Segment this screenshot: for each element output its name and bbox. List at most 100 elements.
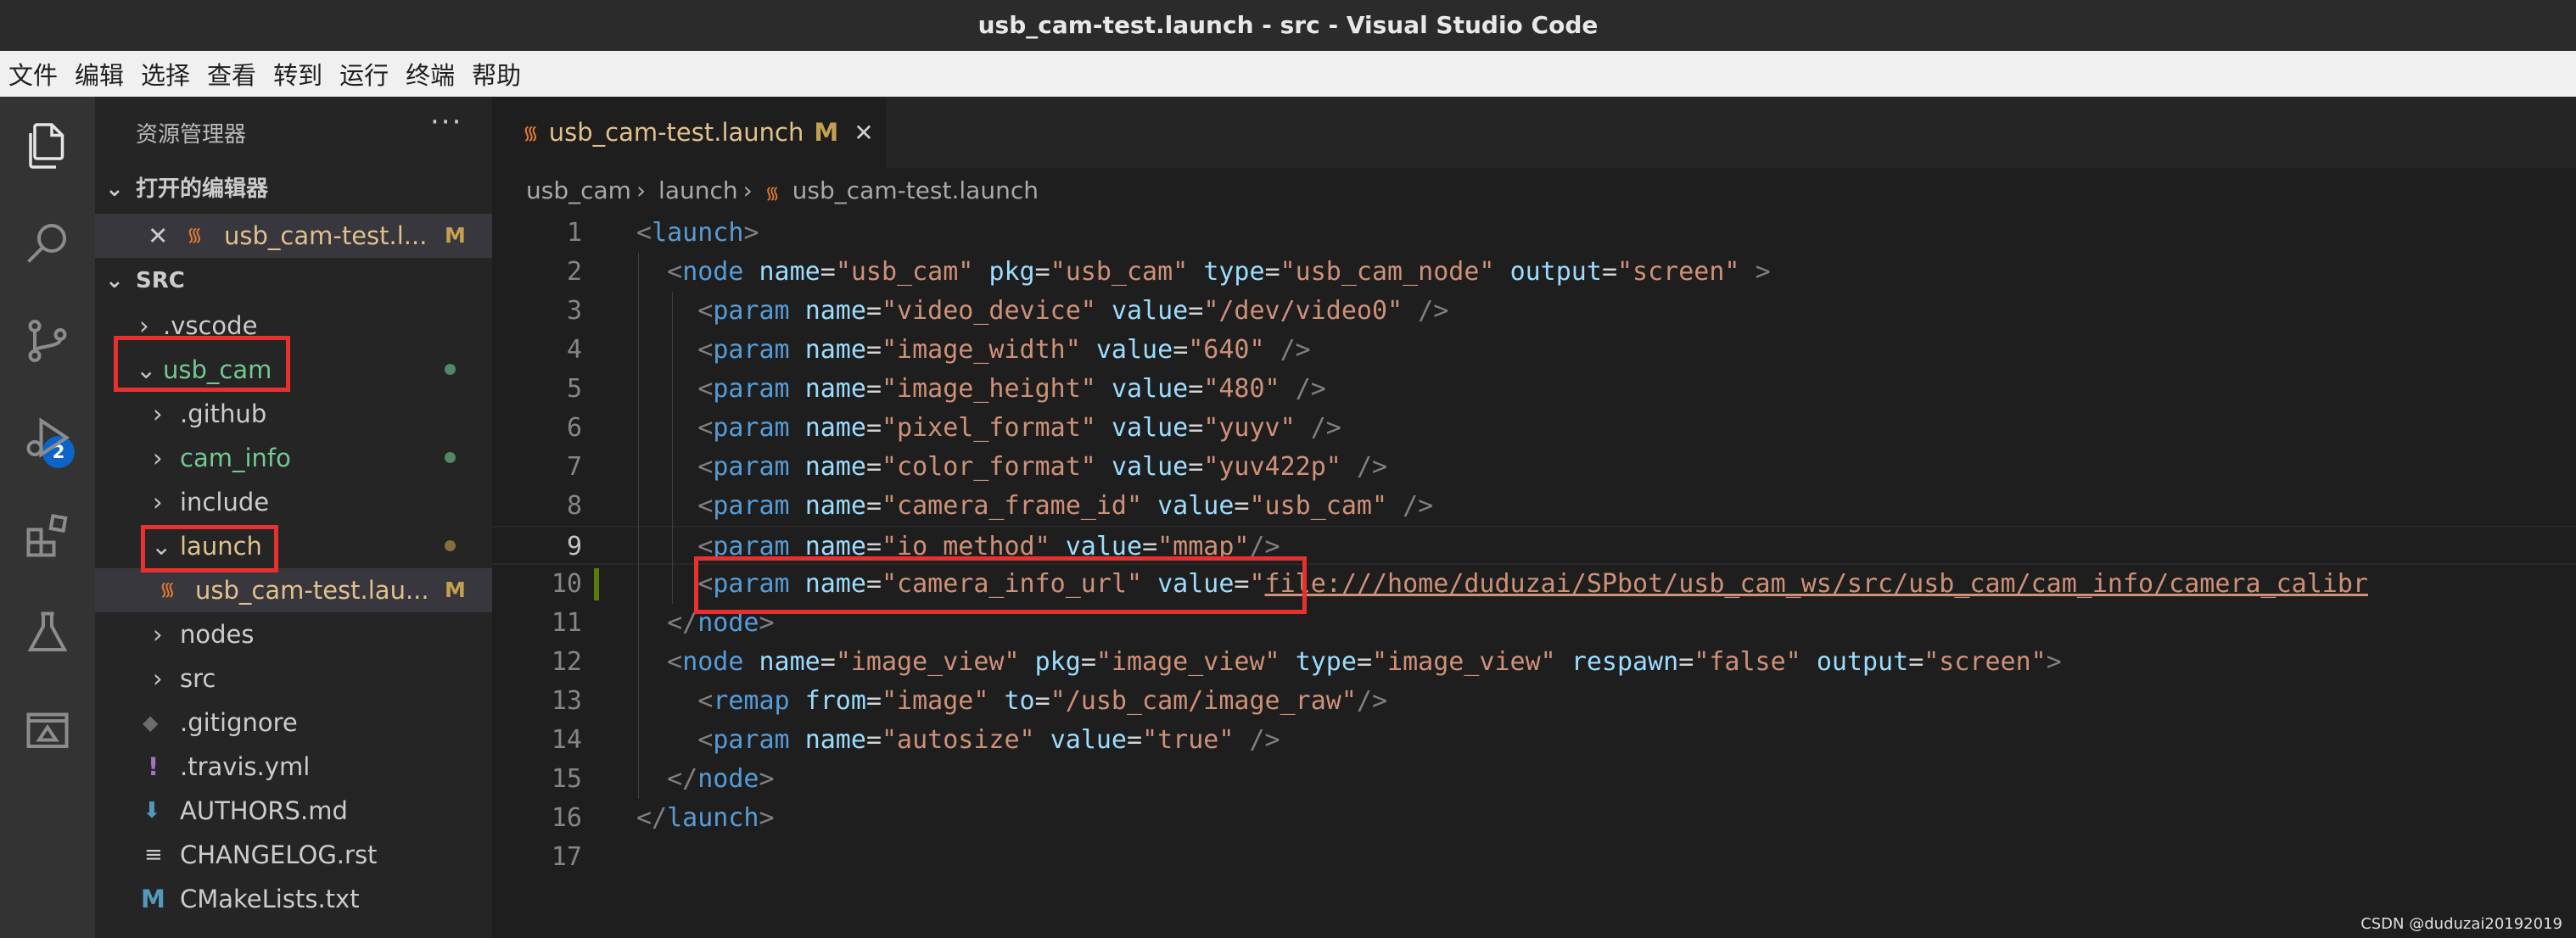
code-editor[interactable]: 1 <launch> 2 <node name="usb_cam" pkg="usb… (492, 214, 2576, 938)
breadcrumb-file[interactable]: usb_cam-test.launch (792, 176, 1039, 204)
tree-item-src[interactable]: › src (95, 656, 492, 701)
code-line[interactable]: 5 <param name="image_height" value="480"… (492, 370, 2576, 409)
close-icon[interactable]: ✕ (854, 119, 873, 147)
menu-selection[interactable]: 选择 (132, 56, 199, 92)
code-token: /> (1249, 725, 1280, 755)
line-content: <param name="image_width" value="640" /> (636, 331, 1311, 370)
code-token: "false" (1694, 647, 1801, 677)
code-token: "color_format" (882, 452, 1096, 482)
code-token: pkg (1034, 647, 1081, 677)
explorer-icon[interactable] (14, 112, 81, 180)
tree-item-nodes[interactable]: › nodes (95, 612, 492, 656)
code-line[interactable]: 17 (492, 838, 2576, 877)
code-token: /> (1295, 374, 1326, 404)
menu-file[interactable]: 文件 (0, 56, 66, 92)
testing-flask-icon[interactable] (14, 599, 81, 667)
modified-badge: M (445, 223, 466, 248)
tree-item-usb-cam[interactable]: ⌄ usb_cam (95, 348, 492, 392)
code-token: "usb_cam_node" (1280, 257, 1495, 287)
rss-file-icon: ᯾ (160, 579, 176, 600)
tree-item-cmakelists[interactable]: M CMakeLists.txt (95, 877, 492, 921)
source-control-icon[interactable] (14, 307, 81, 375)
code-token: value (1050, 725, 1127, 755)
menu-edit[interactable]: 编辑 (66, 56, 132, 92)
code-line[interactable]: 9 <param name="io_method" value="mmap"/> (492, 526, 2576, 565)
tree-item-travis[interactable]: ! .travis.yml (95, 745, 492, 789)
open-editor-item[interactable]: ✕ ᯾ usb_cam-test.l... M (95, 214, 492, 258)
more-actions-icon[interactable]: ··· (430, 105, 462, 139)
code-line[interactable]: 7 <param name="color_format" value="yuv4… (492, 448, 2576, 487)
code-token: = (865, 413, 882, 443)
menu-run[interactable]: 运行 (331, 56, 397, 92)
code-line[interactable]: 4 <param name="image_width" value="640" … (492, 331, 2576, 370)
line-number: 2 (566, 257, 582, 287)
indent-guide (638, 253, 639, 799)
remote-explorer-icon[interactable] (14, 695, 81, 763)
tree-item-gitignore[interactable]: ◆ .gitignore (95, 701, 492, 745)
search-icon[interactable] (14, 209, 81, 276)
code-token: > (743, 218, 759, 248)
code-token: </ (667, 764, 698, 794)
extensions-icon[interactable] (14, 502, 81, 570)
code-token: "/usb_cam/image_raw" (1050, 686, 1357, 716)
menu-view[interactable]: 查看 (199, 56, 265, 92)
code-line[interactable]: 16 </launch> (492, 799, 2576, 838)
code-line[interactable]: 8 <param name="camera_frame_id" value="u… (492, 487, 2576, 526)
code-line[interactable]: 14 <param name="autosize" value="true" /… (492, 721, 2576, 760)
code-token: "image_view" (1095, 647, 1280, 677)
tab-usb-cam-test-launch[interactable]: ᯾ usb_cam-test.launch M ✕ (492, 97, 886, 168)
code-line[interactable]: 12 <node name="image_view" pkg="image_vi… (492, 643, 2576, 682)
tree-item-authors[interactable]: ⬇ AUTHORS.md (95, 789, 492, 833)
tree-item-launch-file[interactable]: ᯾ usb_cam-test.lau... M (95, 568, 492, 612)
code-token: "/dev/video0" (1203, 296, 1403, 326)
close-icon[interactable]: ✕ (148, 214, 168, 258)
code-line[interactable]: 2 <node name="usb_cam" pkg="usb_cam" typ… (492, 253, 2576, 292)
menu-terminal[interactable]: 终端 (397, 56, 463, 92)
modified-dot (445, 364, 456, 375)
tree-item-changelog[interactable]: ≡ CHANGELOG.rst (95, 833, 492, 877)
line-number: 13 (551, 686, 582, 716)
code-token: = (1188, 452, 1204, 482)
code-line[interactable]: 10 <param name="camera_info_url" value="… (492, 565, 2576, 604)
tree-item-vscode[interactable]: › .vscode (95, 304, 492, 348)
chevron-right-icon: › (153, 399, 163, 428)
tree-item-launch[interactable]: ⌄ launch (95, 524, 492, 568)
menu-help[interactable]: 帮助 (463, 56, 529, 92)
tree-item-github[interactable]: › .github (95, 392, 492, 436)
open-editors-header[interactable]: ⌄ 打开的编辑器 (95, 170, 492, 209)
menu-go[interactable]: 转到 (265, 56, 331, 92)
code-token: /> (1356, 452, 1388, 482)
code-line[interactable]: 3 <param name="video_device" value="/dev… (492, 292, 2576, 331)
code-token: /> (1403, 491, 1434, 521)
code-line[interactable]: 15 </node> (492, 760, 2576, 799)
code-line[interactable]: 1 <launch> (492, 214, 2576, 253)
code-token: remap (713, 686, 790, 716)
breadcrumb-launch[interactable]: launch (658, 176, 738, 204)
code-token: < (697, 335, 714, 365)
code-line[interactable]: 13 <remap from="image" to="/usb_cam/imag… (492, 682, 2576, 721)
activity-bar: 2 (0, 97, 95, 938)
code-token: value (1111, 413, 1189, 443)
code-line[interactable]: 6 <param name="pixel_format" value="yuyv… (492, 409, 2576, 448)
tree-item-cam-info[interactable]: › cam_info (95, 436, 492, 480)
code-token: value (1065, 532, 1143, 561)
code-token: param (713, 532, 790, 561)
code-token: "true" (1142, 725, 1235, 755)
code-token: = (1188, 374, 1204, 404)
tree-item-include[interactable]: › include (95, 480, 492, 524)
run-debug-icon[interactable] (14, 404, 81, 472)
code-token: " (1249, 569, 1265, 599)
code-token: value (1111, 296, 1189, 326)
workspace-src-header[interactable]: ⌄ SRC (95, 261, 492, 300)
code-token: = (1234, 491, 1250, 521)
code-line[interactable]: 11 </node> (492, 604, 2576, 643)
breadcrumb-usb-cam[interactable]: usb_cam (526, 176, 631, 204)
